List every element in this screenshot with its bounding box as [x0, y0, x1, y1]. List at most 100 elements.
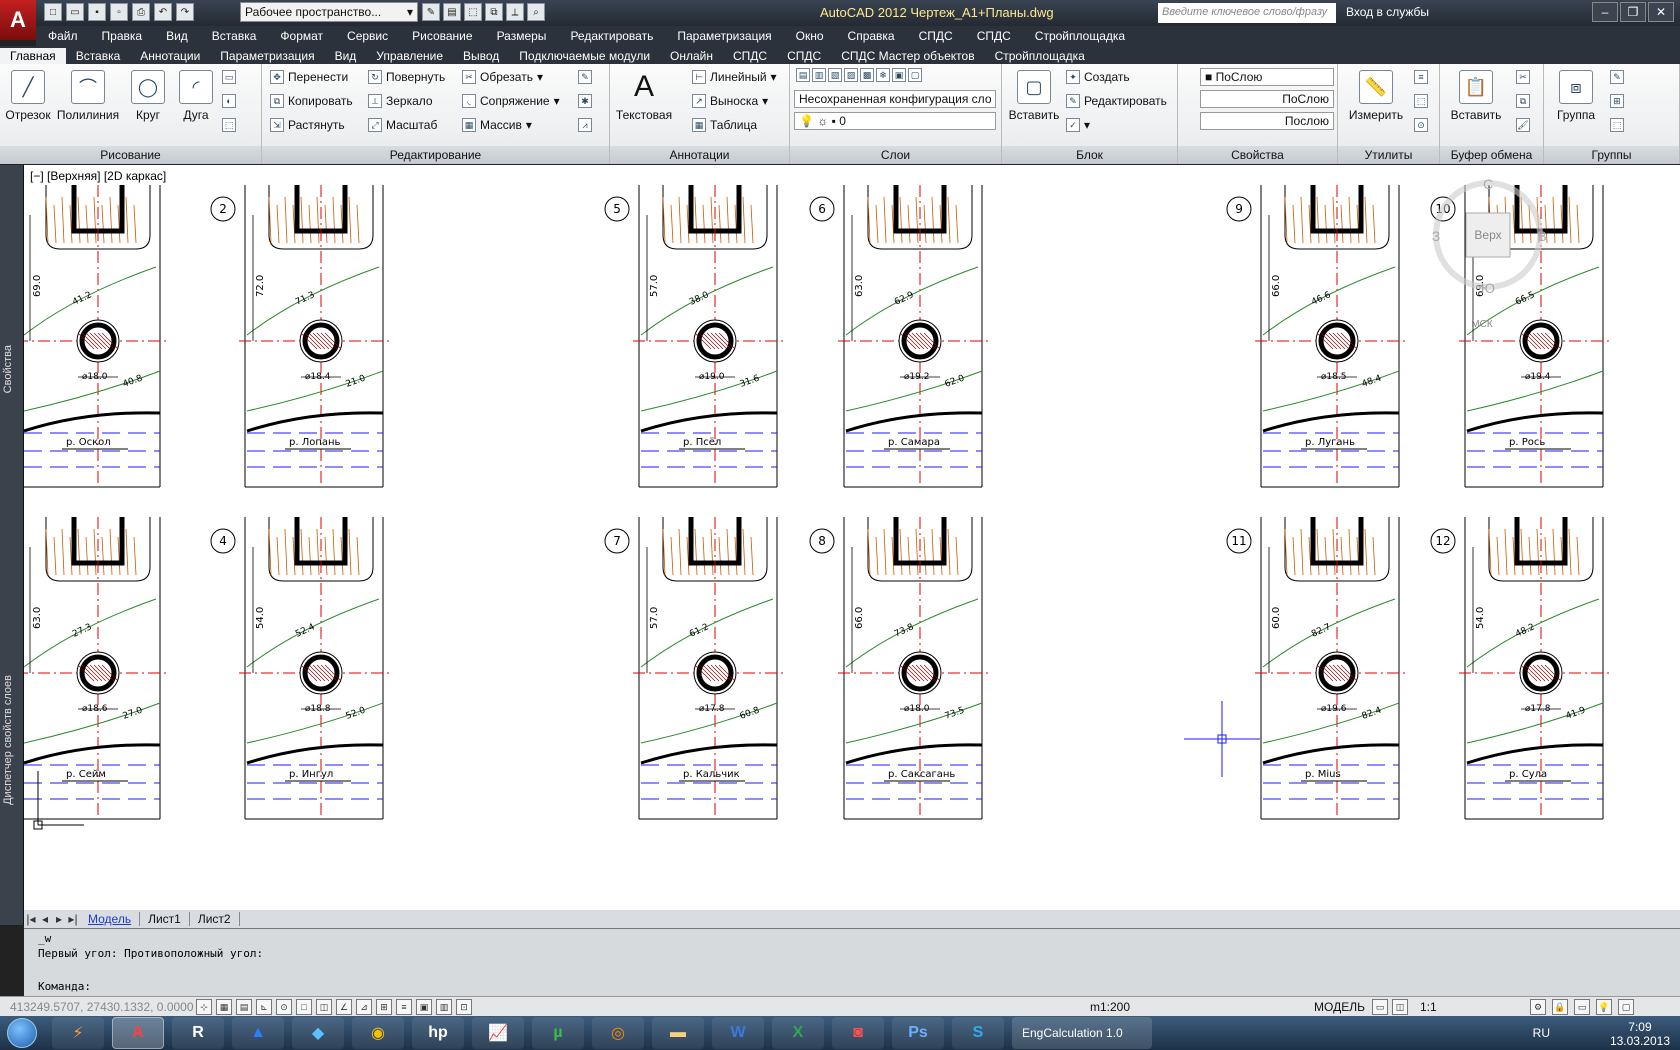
stretch-button[interactable]: ⇲ Растянуть	[270, 118, 345, 132]
explorer-taskbar-icon[interactable]: ▬	[652, 1017, 704, 1049]
isolate-icon[interactable]: 💡	[1596, 999, 1612, 1015]
tpy-icon[interactable]: ▣	[416, 999, 432, 1015]
ungroup-button[interactable]: ✎	[1610, 70, 1624, 84]
layer-select[interactable]: 💡 ☼ ▪ 0	[794, 112, 996, 130]
chart-taskbar-icon[interactable]: 📈	[472, 1017, 524, 1049]
annotation-scale[interactable]: 1:1	[1420, 1000, 1437, 1014]
menu-item[interactable]: Размеры	[485, 29, 559, 43]
redo-icon[interactable]: ↷	[176, 3, 194, 21]
menu-item[interactable]: Вставка	[200, 29, 269, 43]
menu-item[interactable]: СПДС	[965, 29, 1023, 43]
create-block-button[interactable]: ✦ Создать	[1066, 70, 1130, 84]
copy-button[interactable]: ⧉ Копировать	[270, 94, 353, 108]
group-edit-button[interactable]: ⊞	[1610, 94, 1624, 108]
save-as-icon[interactable]: ▫	[110, 3, 128, 21]
tab-plugins[interactable]: Подключаемые модули	[509, 48, 660, 64]
3d-osnap-icon[interactable]: ◫	[316, 999, 332, 1015]
offset-button[interactable]: ⩘	[578, 118, 592, 132]
lock-icon[interactable]: 🔒	[1552, 999, 1568, 1015]
menu-item[interactable]: Справка	[836, 29, 907, 43]
tab-insert[interactable]: Вставка	[66, 48, 131, 64]
firefox-taskbar-icon[interactable]: ◎	[592, 1017, 644, 1049]
first-tab-icon[interactable]: |◂	[24, 912, 38, 926]
open-icon[interactable]: ▭	[66, 3, 84, 21]
minimize-icon[interactable]: –	[1592, 2, 1618, 22]
clean-screen-icon[interactable]: ▢	[1618, 999, 1634, 1015]
mirror-icon[interactable]: ⟂	[506, 3, 524, 21]
tab-construction[interactable]: Стройплощадка	[985, 48, 1095, 64]
dyn-icon[interactable]: ⊞	[376, 999, 392, 1015]
lwt-icon[interactable]: ≡	[396, 999, 412, 1015]
hatch-button[interactable]: ◐	[222, 94, 236, 108]
utorrent-taskbar-icon[interactable]: µ	[532, 1017, 584, 1049]
dropbox-taskbar-icon[interactable]: ◆	[292, 1017, 344, 1049]
autodesk-taskbar-icon[interactable]: ▲	[232, 1017, 284, 1049]
close-icon[interactable]: ✕	[1648, 2, 1674, 22]
menu-item[interactable]: Правка	[90, 29, 155, 43]
rotate-button[interactable]: ↻ Повернуть	[368, 70, 445, 84]
save-icon[interactable]: ▪	[88, 3, 106, 21]
arc-button[interactable]: ◜ Дуга	[170, 70, 222, 122]
panel-title[interactable]: Группы	[1544, 146, 1679, 164]
autocad-taskbar-icon[interactable]: A	[112, 1017, 164, 1049]
scale-button[interactable]: ⤢ Масштаб	[368, 118, 437, 132]
table-button[interactable]: ▦ Таблица	[692, 118, 757, 132]
layer-manager-palette-tab[interactable]: Диспетчер свойств слоев	[2, 675, 14, 805]
sc-icon[interactable]: ⊡	[456, 999, 472, 1015]
properties-palette-tab[interactable]: Свойства	[2, 345, 14, 393]
group-select-button[interactable]: ⬚	[1610, 118, 1624, 132]
hp-taskbar-icon[interactable]: hp	[412, 1017, 464, 1049]
region-button[interactable]: ⬚	[222, 118, 236, 132]
quick-calc-button[interactable]: ≡	[1414, 70, 1428, 84]
menu-item[interactable]: Файл	[36, 29, 90, 43]
panel-title[interactable]: Аннотации	[610, 146, 789, 164]
tab-parametric[interactable]: Параметризация	[210, 48, 324, 64]
match-prop-button[interactable]: 🖌	[1516, 118, 1530, 132]
layout-icon[interactable]: ▭	[1372, 999, 1388, 1015]
menu-item[interactable]: СПДС	[907, 29, 965, 43]
group-button[interactable]: ⧈ Группа	[1548, 70, 1604, 122]
measure-button[interactable]: 📏 Измерить	[1346, 70, 1406, 122]
cut-button[interactable]: ✂	[1516, 70, 1530, 84]
viewport-controls[interactable]: [−] [Верхняя] [2D каркас]	[30, 169, 166, 183]
clock[interactable]: 7:09 13.03.2013	[1610, 1020, 1670, 1048]
panel-title[interactable]: Блок	[1002, 146, 1177, 164]
tab-home[interactable]: Главная	[0, 48, 66, 64]
qp-icon[interactable]: ▥	[436, 999, 452, 1015]
engcalc-taskbar-window[interactable]: EngCalculation 1.0	[1012, 1017, 1152, 1049]
array-button[interactable]: ▦ Массив ▾	[462, 118, 532, 132]
polyline-button[interactable]: ⌒ Полилиния	[56, 70, 120, 122]
application-menu-button[interactable]: A	[0, 0, 36, 40]
block-attribute-button[interactable]: ✓ ▾	[1066, 118, 1090, 132]
panel-title[interactable]: Буфер обмена	[1440, 146, 1543, 164]
select-icon[interactable]: ⬚	[464, 3, 482, 21]
fillet-button[interactable]: ◟ Сопряжение ▾	[462, 94, 560, 108]
tab-spds-wizard[interactable]: СПДС Мастер объектов	[831, 48, 984, 64]
layer-iso-icon[interactable]: ▩	[860, 68, 874, 82]
text-button[interactable]: A Текстовая	[614, 70, 674, 122]
scale-readout[interactable]: m1:200	[1090, 1000, 1130, 1014]
command-prompt[interactable]: Команда:	[38, 979, 1666, 994]
move-button[interactable]: ✥ Перенести	[270, 70, 348, 84]
model-space-toggle[interactable]: МОДЕЛЬ	[1314, 1000, 1365, 1014]
restore-icon[interactable]: ❐	[1620, 2, 1646, 22]
next-tab-icon[interactable]: ▸	[52, 912, 66, 926]
hardware-accel-icon[interactable]: ▭	[1574, 999, 1590, 1015]
osnap-icon[interactable]: □	[296, 999, 312, 1015]
line-button[interactable]: ╱ Отрезок	[2, 70, 54, 122]
ortho-icon[interactable]: ⊾	[256, 999, 272, 1015]
prev-tab-icon[interactable]: ◂	[38, 912, 52, 926]
leader-button[interactable]: ↗ Выноска ▾	[692, 94, 768, 108]
coordinates-readout[interactable]: 413249.5707, 27430.1332, 0.0000	[10, 1000, 194, 1014]
workspace-icon[interactable]: ⚙	[1530, 999, 1546, 1015]
ducs-icon[interactable]: ⊿	[356, 999, 372, 1015]
layer-lock-icon[interactable]: ▣	[892, 68, 906, 82]
copy-clip-button[interactable]: ⧉	[1516, 94, 1530, 108]
trim-button[interactable]: ✂ Обрезать ▾	[462, 70, 543, 84]
tab-output[interactable]: Вывод	[453, 48, 509, 64]
otrack-icon[interactable]: ∠	[336, 999, 352, 1015]
layer-off-icon[interactable]: ▨	[844, 68, 858, 82]
circle-button[interactable]: ◯ Круг	[122, 70, 174, 122]
menu-item[interactable]: Формат	[268, 29, 335, 43]
layer-state-icon[interactable]: ▥	[812, 68, 826, 82]
